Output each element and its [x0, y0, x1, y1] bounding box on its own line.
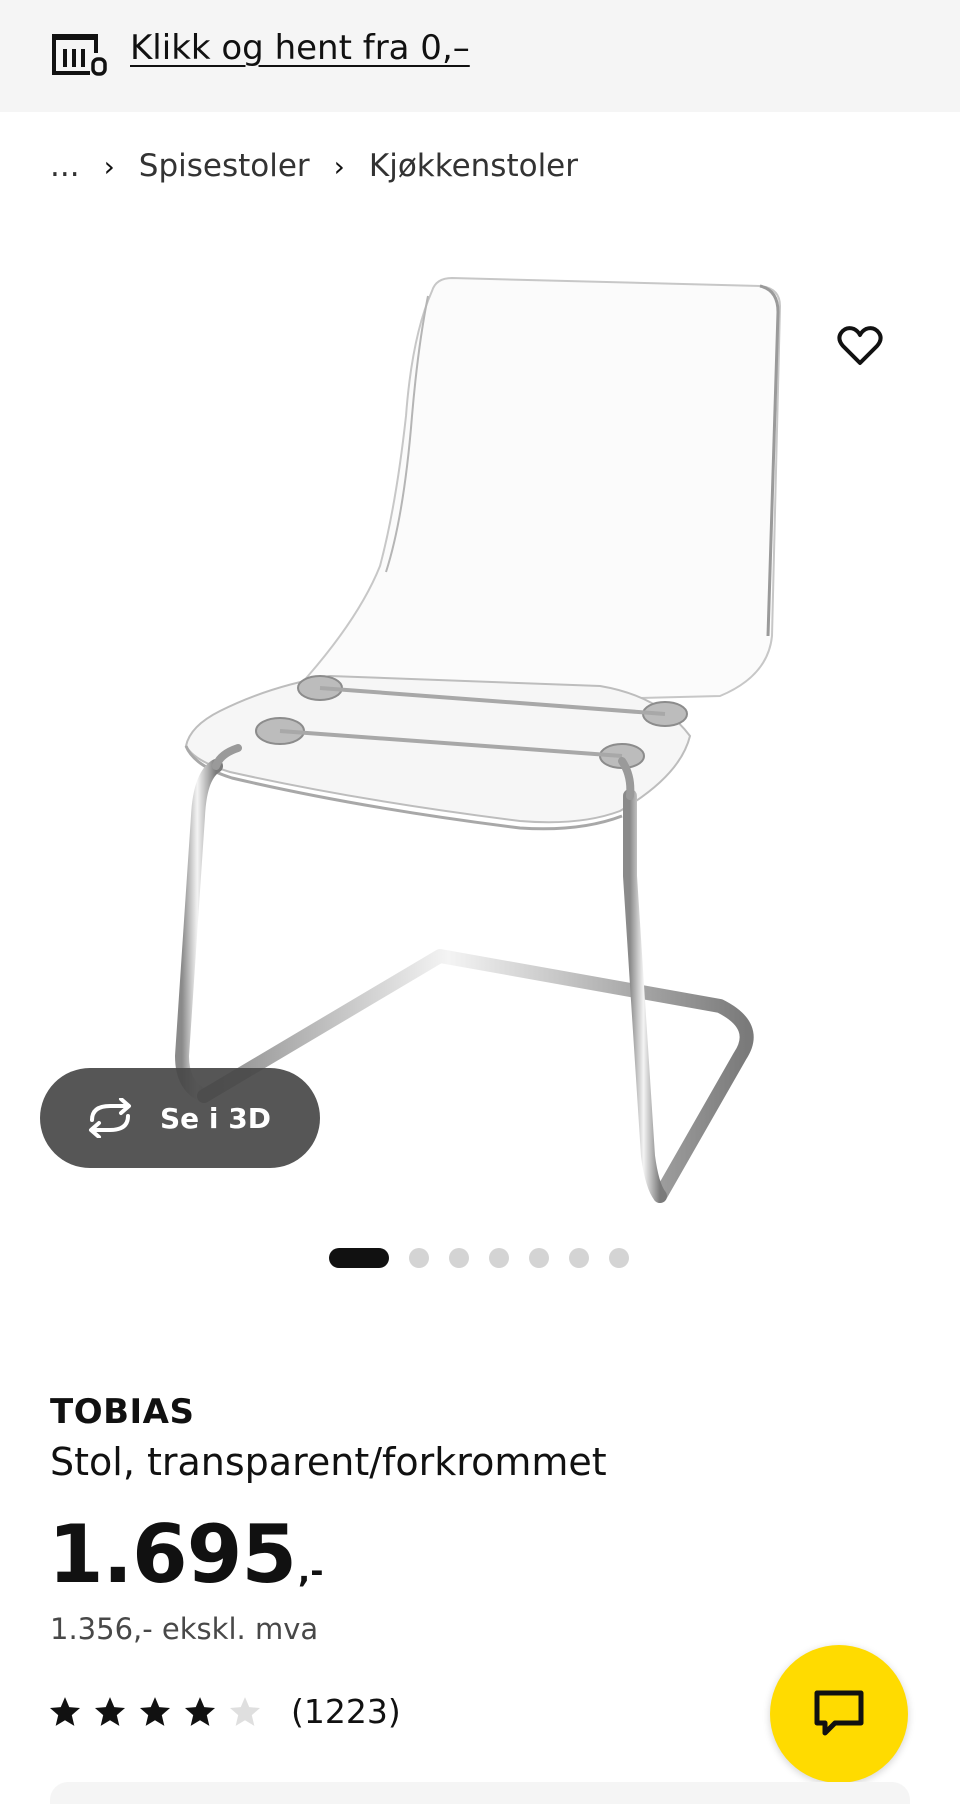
click-and-collect-link[interactable]: Klikk og hent fra 0,– [130, 28, 470, 68]
carousel-dot[interactable] [409, 1248, 429, 1268]
heart-icon [837, 326, 883, 365]
view-in-3d-button[interactable]: Se i 3D [40, 1068, 320, 1168]
star-icon [184, 1696, 216, 1726]
star-icon [229, 1696, 261, 1726]
breadcrumb: ... › Spisestoler › Kjøkkenstoler [50, 146, 578, 186]
carousel-dot[interactable] [529, 1248, 549, 1268]
star-icon [94, 1696, 126, 1726]
carousel-dot[interactable] [609, 1248, 629, 1268]
product-description: Stol, transparent/forkrommet [50, 1440, 607, 1484]
bottom-card [50, 1782, 910, 1804]
promo-bar: Klikk og hent fra 0,– [0, 0, 960, 112]
carousel-dot[interactable] [329, 1248, 389, 1268]
breadcrumb-item-kjokkenstoler[interactable]: Kjøkkenstoler [369, 148, 578, 184]
chevron-right-icon: › [103, 149, 115, 183]
star-fill [229, 1696, 261, 1726]
breadcrumb-ellipsis[interactable]: ... [50, 148, 80, 184]
product-price: 1.695 ,- [48, 1508, 323, 1601]
product-image[interactable] [160, 256, 800, 1206]
star-icon [139, 1696, 171, 1726]
product-name: TOBIAS [50, 1392, 195, 1432]
star-fill [94, 1696, 126, 1726]
chat-icon [814, 1690, 864, 1736]
star-fill [139, 1696, 171, 1726]
chevron-right-icon: › [333, 149, 345, 183]
breadcrumb-item-spisestoler[interactable]: Spisestoler [139, 148, 310, 184]
favorite-button[interactable] [832, 318, 888, 374]
store-icon [52, 34, 107, 76]
carousel-indicator [329, 1248, 649, 1268]
review-count[interactable]: (1223) [291, 1692, 401, 1731]
star-fill [49, 1696, 81, 1726]
chat-button[interactable] [770, 1645, 908, 1783]
product-rating[interactable]: (1223) [48, 1692, 401, 1731]
rotate-icon [89, 1098, 131, 1138]
star-icon [49, 1696, 81, 1726]
carousel-dot[interactable] [449, 1248, 469, 1268]
view-in-3d-label: Se i 3D [160, 1101, 271, 1135]
price-main: 1.695 [48, 1508, 297, 1601]
star-fill [184, 1696, 216, 1726]
carousel-dot[interactable] [569, 1248, 589, 1268]
price-suffix: ,- [298, 1552, 324, 1590]
price-ex-vat: 1.356,- ekskl. mva [50, 1612, 319, 1646]
carousel-dot[interactable] [489, 1248, 509, 1268]
